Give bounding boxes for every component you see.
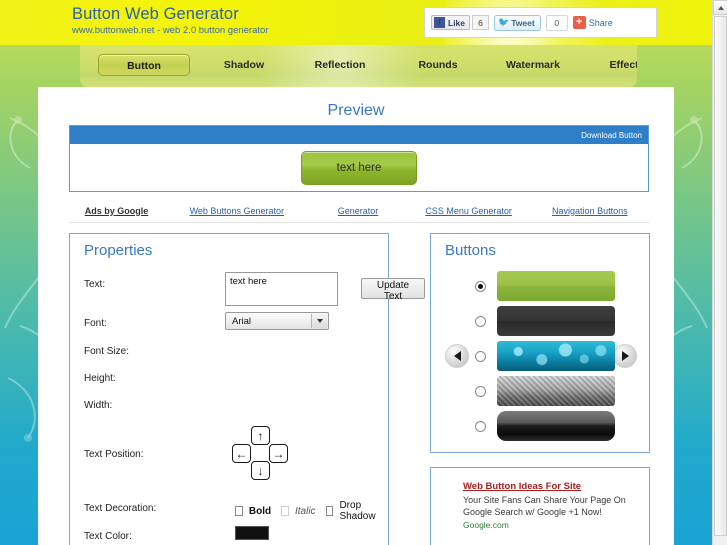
facebook-like-label: Like <box>448 17 466 28</box>
text-input[interactable] <box>225 272 338 306</box>
scrollbar-thumb[interactable] <box>714 16 727 536</box>
share-label: Share <box>588 17 613 28</box>
tab-rounds[interactable]: Rounds <box>402 54 474 76</box>
twitter-bird-icon: 🐦 <box>498 17 510 27</box>
drop-shadow-checkbox[interactable] <box>325 506 334 516</box>
green-gradient-button-swatch[interactable] <box>497 271 615 301</box>
preview-heading: Preview <box>327 102 385 119</box>
ad-body-line-2: Google Search w/ Google +1 Now! <box>463 507 602 517</box>
bold-label: Bold <box>248 505 272 517</box>
list-item <box>475 304 635 338</box>
facebook-f-icon: f <box>434 17 445 28</box>
width-label: Width: <box>84 400 113 411</box>
teal-bokeh-button-swatch[interactable] <box>497 341 615 371</box>
prev-triangle <box>453 351 461 361</box>
buttons-heading: Buttons <box>445 242 496 259</box>
twitter-tweet-label: Tweet <box>511 17 535 28</box>
site-subtitle: www.buttonweb.net - web 2.0 button gener… <box>72 25 269 36</box>
download-button-link[interactable]: Download Button <box>581 131 642 140</box>
radio-carbon-fiber-button[interactable] <box>475 385 486 397</box>
text-color-swatch[interactable] <box>235 526 269 540</box>
arrow-left-icon[interactable]: ← <box>232 444 251 463</box>
site-banner: Button Web Generator www.buttonweb.net -… <box>0 0 712 45</box>
preview-stage: text here <box>70 144 648 192</box>
site-title: Button Web Generator <box>72 5 239 23</box>
content-area: Preview Download Button text here Ads by… <box>38 87 674 545</box>
drop-shadow-label: Drop Shadow <box>339 500 376 522</box>
preview-toolbar: Download Button <box>70 126 648 144</box>
tab-button[interactable]: Button <box>98 54 190 76</box>
italic-checkbox[interactable] <box>281 506 289 516</box>
preview-box: Download Button text here <box>69 125 649 192</box>
list-item <box>475 269 635 303</box>
sidebar-ad-box: Web Button Ideas For Site Your Site Fans… <box>430 467 650 545</box>
share-button[interactable]: + Share <box>572 16 613 29</box>
text-label: Text: <box>84 279 106 290</box>
list-item <box>475 409 635 443</box>
ad-link-web-buttons-generator[interactable]: Web Buttons Generator <box>164 206 309 216</box>
twitter-tweet-count: 0 <box>545 14 568 31</box>
radio-dark-matte-button[interactable] <box>475 315 486 327</box>
radio-green-gradient-button[interactable] <box>475 280 486 292</box>
tab-watermark[interactable]: Watermark <box>490 54 576 76</box>
tab-shadow[interactable]: Shadow <box>208 54 280 76</box>
arrow-up-icon[interactable]: ↑ <box>251 426 270 445</box>
dark-matte-button-swatch[interactable] <box>497 306 615 336</box>
text-decoration-options: Bold Italic Drop Shadow <box>235 500 388 522</box>
height-label: Height: <box>84 373 116 384</box>
arrow-right-icon[interactable]: → <box>269 444 288 463</box>
ad-headline-link[interactable]: Web Button Ideas For Site <box>463 481 581 492</box>
update-text-button[interactable]: Update Text <box>361 278 425 302</box>
arrow-left-icon[interactable] <box>445 344 469 368</box>
scroll-up-icon[interactable] <box>713 0 727 15</box>
generated-button-preview[interactable]: text here <box>301 151 417 185</box>
font-size-label: Font Size: <box>84 346 130 357</box>
properties-heading: Properties <box>84 242 153 259</box>
twitter-tweet-button[interactable]: 🐦 Tweet <box>494 14 541 31</box>
tab-effects[interactable]: Effects <box>592 54 637 76</box>
arrow-down-icon[interactable]: ↓ <box>251 461 270 480</box>
ad-link-generator[interactable]: Generator <box>310 206 407 216</box>
bold-checkbox[interactable] <box>235 506 243 516</box>
text-position-label: Text Position: <box>84 449 144 460</box>
ad-body-line-1: Your Site Fans Can Share Your Page On <box>463 495 626 505</box>
ad-link-navigation-buttons[interactable]: Navigation Buttons <box>531 206 649 216</box>
text-position-dpad: ↑ ← → ↓ <box>232 426 288 480</box>
text-decoration-label: Text Decoration: <box>84 503 157 514</box>
carbon-fiber-button-swatch[interactable] <box>497 376 615 406</box>
button-style-list <box>475 269 635 444</box>
list-item <box>475 374 635 408</box>
font-label: Font: <box>84 318 107 329</box>
ads-link-row: Ads by Google Web Buttons Generator Gene… <box>69 199 649 223</box>
radio-teal-bokeh-button[interactable] <box>475 350 486 362</box>
font-select[interactable]: Arial <box>225 312 329 330</box>
ad-link-css-menu-generator[interactable]: CSS Menu Generator <box>407 206 531 216</box>
buttons-panel: Buttons <box>430 233 650 453</box>
radio-black-glossy-button[interactable] <box>475 420 486 432</box>
chevron-down-icon <box>311 314 327 328</box>
ad-display-url: Google.com <box>463 520 509 530</box>
tab-reflection[interactable]: Reflection <box>298 54 382 76</box>
facebook-like-widget[interactable]: f Like 6 <box>431 15 490 30</box>
list-item <box>475 339 635 373</box>
plus-square-icon: + <box>572 16 586 29</box>
properties-panel: Properties Text: Update Text Font: Arial… <box>69 233 425 545</box>
ads-by-google-label: Ads by Google <box>84 205 149 216</box>
facebook-like-count: 6 <box>472 15 490 30</box>
vertical-scrollbar[interactable] <box>712 0 727 545</box>
social-share-bar: f Like 6 🐦 Tweet 0 + Share <box>424 7 657 38</box>
main-tab-bar: Button Shadow Reflection Rounds Watermar… <box>80 45 637 87</box>
italic-label: Italic <box>295 505 316 517</box>
facebook-like-button[interactable]: f Like <box>431 15 471 30</box>
black-glossy-button-swatch[interactable] <box>497 411 615 441</box>
page-background: Button Web Generator www.buttonweb.net -… <box>0 0 712 545</box>
text-color-label: Text Color: <box>84 531 132 542</box>
font-select-value: Arial <box>232 315 252 327</box>
